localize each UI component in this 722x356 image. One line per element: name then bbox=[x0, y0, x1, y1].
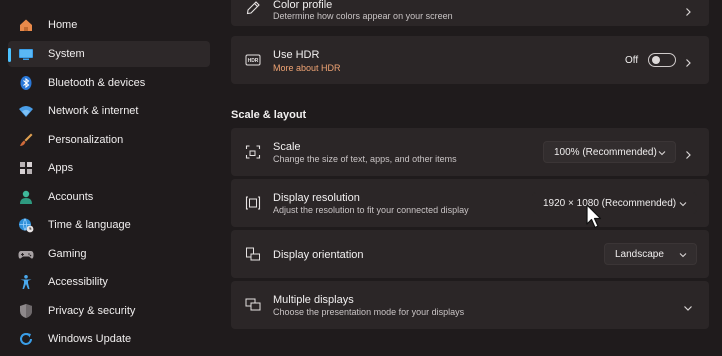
color-profile-row[interactable]: Color profile Determine how colors appea… bbox=[231, 0, 709, 26]
apps-icon bbox=[18, 160, 34, 176]
globe-clock-icon bbox=[18, 217, 34, 233]
gamepad-icon bbox=[18, 246, 34, 262]
sidebar-item-label: Home bbox=[48, 19, 78, 31]
shield-icon bbox=[18, 303, 34, 319]
sidebar-item-time-language[interactable]: Time & language bbox=[8, 212, 210, 238]
multiple-displays-icon bbox=[245, 297, 261, 313]
chevron-down-icon bbox=[679, 200, 687, 208]
chevron-down-icon bbox=[679, 251, 687, 259]
sidebar-item-label: Network & internet bbox=[48, 105, 139, 117]
sidebar-item-network[interactable]: Network & internet bbox=[8, 98, 210, 124]
sidebar-item-windows-update[interactable]: Windows Update bbox=[8, 326, 210, 352]
scale-subtitle: Change the size of text, apps, and other… bbox=[273, 154, 457, 164]
orientation-icon bbox=[245, 246, 261, 262]
sidebar-item-label: Gaming bbox=[48, 248, 87, 260]
sidebar-item-home[interactable]: Home bbox=[8, 12, 210, 38]
bluetooth-icon bbox=[18, 75, 34, 91]
sidebar-item-label: Privacy & security bbox=[48, 305, 136, 317]
sidebar-item-label: Apps bbox=[48, 162, 74, 174]
display-resolution-title: Display resolution bbox=[273, 192, 360, 204]
multiple-displays-title: Multiple displays bbox=[273, 294, 354, 306]
sidebar-item-label: Personalization bbox=[48, 134, 124, 146]
color-pen-icon bbox=[245, 0, 261, 16]
system-icon bbox=[18, 46, 34, 62]
toggle-knob bbox=[652, 56, 660, 64]
resolution-dropdown-value: 1920 × 1080 (Recommended) bbox=[543, 197, 677, 209]
sidebar-item-label: Accounts bbox=[48, 191, 94, 203]
display-resolution-subtitle: Adjust the resolution to fit your connec… bbox=[273, 205, 469, 215]
settings-main: Color profile Determine how colors appea… bbox=[231, 0, 709, 356]
hdr-title: Use HDR bbox=[273, 49, 320, 61]
chevron-down-icon[interactable] bbox=[683, 300, 693, 311]
sidebar-nav: Home System Bluetooth & devices Network … bbox=[0, 0, 215, 356]
accessibility-icon bbox=[18, 274, 34, 290]
sidebar-item-label: Time & language bbox=[48, 219, 131, 231]
display-orientation-title: Display orientation bbox=[273, 249, 364, 261]
sidebar-item-privacy-security[interactable]: Privacy & security bbox=[8, 298, 210, 324]
scale-title: Scale bbox=[273, 141, 301, 153]
update-icon bbox=[18, 331, 34, 347]
brush-icon bbox=[18, 132, 34, 148]
wifi-icon bbox=[18, 103, 34, 119]
display-orientation-row[interactable]: Display orientation Landscape bbox=[231, 230, 709, 278]
svg-text:HDR: HDR bbox=[248, 58, 259, 64]
multiple-displays-subtitle: Choose the presentation mode for your di… bbox=[273, 307, 465, 317]
multiple-displays-row[interactable]: Multiple displays Choose the presentatio… bbox=[231, 281, 709, 329]
scale-row[interactable]: Scale Change the size of text, apps, and… bbox=[231, 128, 709, 176]
accounts-icon bbox=[18, 189, 34, 205]
chevron-right-icon[interactable] bbox=[683, 147, 693, 159]
orientation-dropdown[interactable]: Landscape bbox=[604, 243, 697, 265]
mouse-pointer-icon bbox=[586, 204, 604, 230]
resolution-icon bbox=[245, 195, 261, 211]
chevron-right-icon[interactable] bbox=[683, 55, 693, 67]
chevron-right-icon bbox=[683, 4, 693, 16]
orientation-dropdown-value: Landscape bbox=[615, 248, 664, 260]
scale-dropdown-value: 100% (Recommended) bbox=[554, 146, 657, 158]
sidebar-item-accounts[interactable]: Accounts bbox=[8, 184, 210, 210]
sidebar-item-label: Bluetooth & devices bbox=[48, 77, 146, 89]
sidebar-item-label: System bbox=[48, 48, 85, 60]
hdr-row[interactable]: HDR Use HDR More about HDR Off bbox=[231, 36, 709, 84]
sidebar-item-accessibility[interactable]: Accessibility bbox=[8, 269, 210, 295]
sidebar-item-bluetooth[interactable]: Bluetooth & devices bbox=[8, 70, 210, 96]
hdr-toggle[interactable] bbox=[648, 53, 676, 67]
active-indicator bbox=[8, 48, 11, 62]
scale-icon bbox=[245, 144, 261, 160]
scale-dropdown[interactable]: 100% (Recommended) bbox=[543, 141, 676, 163]
sidebar-item-label: Accessibility bbox=[48, 276, 108, 288]
home-icon bbox=[18, 17, 34, 33]
sidebar-item-gaming[interactable]: Gaming bbox=[8, 241, 210, 267]
sidebar-item-label: Windows Update bbox=[48, 333, 132, 345]
display-resolution-row[interactable]: Display resolution Adjust the resolution… bbox=[231, 179, 709, 227]
sidebar-item-system[interactable]: System bbox=[8, 41, 210, 67]
color-profile-subtitle: Determine how colors appear on your scre… bbox=[273, 11, 453, 21]
sidebar-item-personalization[interactable]: Personalization bbox=[8, 127, 210, 153]
hdr-toggle-label: Off bbox=[625, 55, 639, 66]
chevron-down-icon bbox=[658, 149, 666, 157]
sidebar-item-apps[interactable]: Apps bbox=[8, 155, 210, 181]
hdr-icon: HDR bbox=[245, 52, 261, 68]
color-profile-title: Color profile bbox=[273, 0, 333, 11]
section-title-scale-layout: Scale & layout bbox=[231, 109, 307, 121]
resolution-dropdown[interactable]: 1920 × 1080 (Recommended) bbox=[532, 192, 697, 214]
more-about-hdr-link[interactable]: More about HDR bbox=[273, 63, 341, 73]
